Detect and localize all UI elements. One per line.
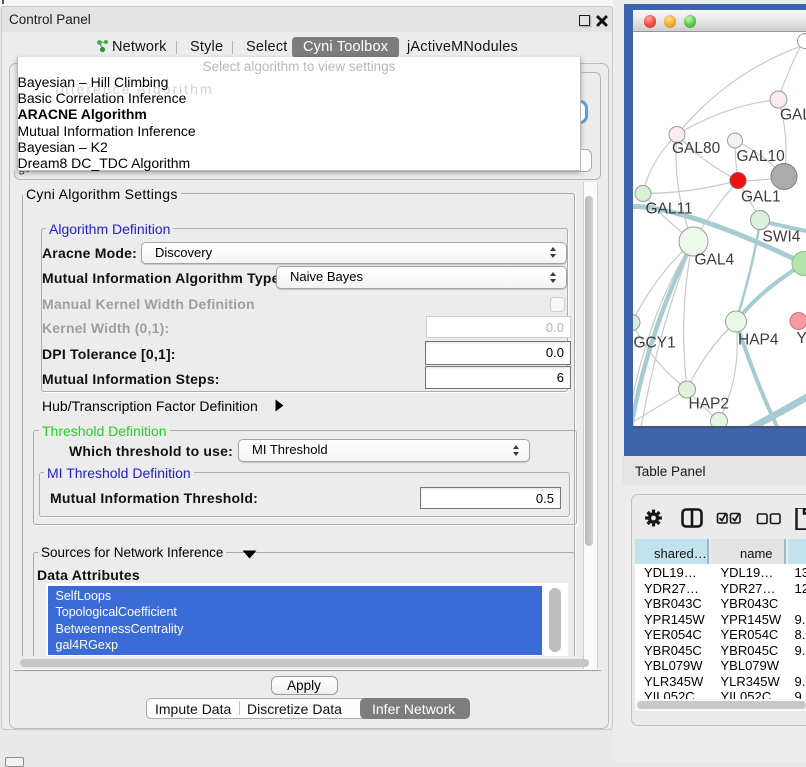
svg-text:GAL7: GAL7 (780, 106, 806, 123)
svg-text:GCY1: GCY1 (634, 334, 676, 351)
svg-text:GAL4: GAL4 (695, 251, 735, 268)
svg-text:HAP4: HAP4 (738, 331, 779, 348)
svg-text:GAL80: GAL80 (672, 140, 721, 157)
svg-text:SWI4: SWI4 (763, 228, 801, 245)
svg-text:GAL11: GAL11 (646, 200, 693, 217)
svg-text:GAL1: GAL1 (741, 188, 781, 205)
svg-text:GAL10: GAL10 (737, 148, 786, 165)
svg-text:YP: YP (797, 330, 806, 347)
svg-text:HAP2: HAP2 (689, 395, 730, 412)
